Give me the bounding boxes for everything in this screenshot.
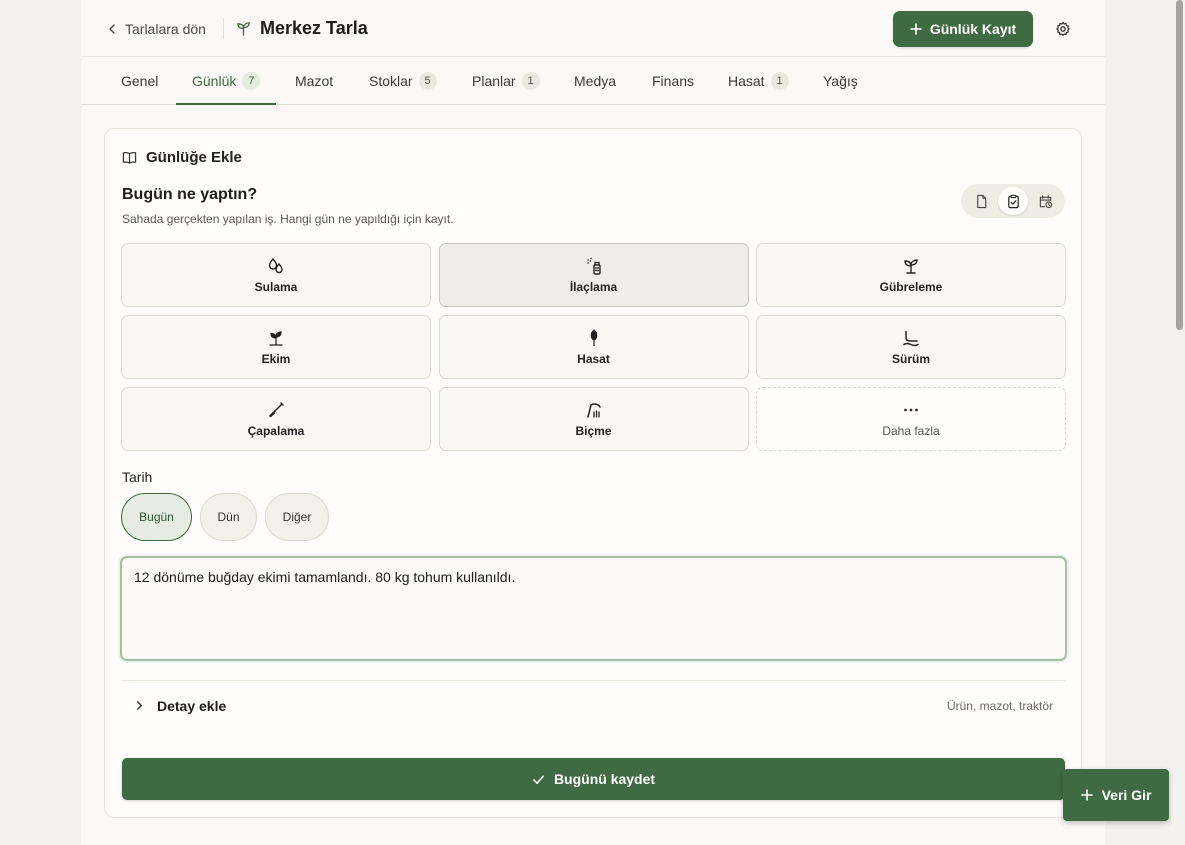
activity-label: Gübreleme <box>879 279 943 294</box>
enter-data-fab[interactable]: Veri Gir <box>1063 769 1169 821</box>
chevron-left-icon <box>109 24 115 34</box>
tab-count-badge: 7 <box>242 71 261 90</box>
activity-gubreleme[interactable]: Gübreleme <box>756 243 1066 307</box>
save-today-label: Bugünü kaydet <box>553 771 656 787</box>
tab-label: Hasat <box>728 72 765 89</box>
add-detail-left: Detay ekle <box>135 698 226 714</box>
mode-note-button[interactable] <box>966 187 996 215</box>
tab-label: Genel <box>121 72 159 89</box>
card-title: Günlüğe Ekle <box>146 148 242 166</box>
activity-label: Ekim <box>261 351 291 366</box>
activity-sulama[interactable]: Sulama <box>121 243 431 307</box>
add-detail-label: Detay ekle <box>157 697 227 714</box>
tab-bar: Genel Günlük 7 Mazot Stoklar 5 Planlar 1… <box>81 57 1105 105</box>
clipboard-check-icon <box>1007 194 1019 208</box>
tab-count-badge: 1 <box>521 71 540 90</box>
daily-log-button-label: Günlük Kayıt <box>929 21 1017 37</box>
plus-icon <box>910 23 922 35</box>
entry-mode-toggle <box>961 184 1065 218</box>
tab-genel[interactable]: Genel <box>121 57 158 104</box>
activity-label: Sürüm <box>891 351 930 366</box>
question-subtitle: Sahada gerçekten yapılan iş. Hangi gün n… <box>122 212 454 226</box>
back-link-label: Tarlalara dön <box>125 21 206 37</box>
add-detail-toggle[interactable]: Detay ekle Ürün, mazot, traktör <box>121 680 1065 730</box>
seedling-icon <box>269 330 283 346</box>
date-option-today[interactable]: Bugün <box>121 493 192 541</box>
calendar-clock-icon <box>1039 194 1052 208</box>
file-icon <box>976 194 986 208</box>
top-bar: Tarlalara dön Merkez Tarla Günlük Kayıt <box>81 0 1105 57</box>
header-divider <box>223 18 224 39</box>
date-option-other[interactable]: Diğer <box>265 493 329 541</box>
activity-bicme[interactable]: Biçme <box>438 387 749 451</box>
tab-medya[interactable]: Medya <box>574 57 616 104</box>
tab-planlar[interactable]: Planlar 1 <box>472 57 540 104</box>
scythe-icon <box>586 402 601 418</box>
activity-ekim[interactable]: Ekim <box>121 315 431 379</box>
tab-label: Medya <box>574 72 617 89</box>
date-option-yesterday[interactable]: Dün <box>200 493 257 541</box>
add-detail-hint: Ürün, mazot, traktör <box>946 698 1053 713</box>
note-textarea[interactable]: 12 dönüme buğday ekimi tamamlandı. 80 kg… <box>120 556 1067 661</box>
card-header: Günlüğe Ekle <box>122 148 242 166</box>
sprout-icon <box>904 258 918 274</box>
activity-ilaclama[interactable]: İlaçlama <box>438 243 749 307</box>
activity-grid: Sulama İlaçlama Gübreleme Ekim Hasat Sür… <box>121 243 1066 451</box>
tab-label: Finans <box>652 72 695 89</box>
more-icon <box>904 408 918 411</box>
enter-data-label: Veri Gir <box>1101 787 1152 803</box>
save-today-button[interactable]: Bugünü kaydet <box>122 758 1065 800</box>
date-label: Tarih <box>122 469 153 485</box>
field-name: Merkez Tarla <box>260 17 368 38</box>
daily-log-button[interactable]: Günlük Kayıt <box>893 11 1033 47</box>
back-to-fields-link[interactable]: Tarlalara dön <box>107 18 206 40</box>
chevron-right-icon <box>137 701 142 710</box>
tab-label: Planlar <box>472 72 516 89</box>
spray-bottle-icon <box>586 257 601 275</box>
tab-finans[interactable]: Finans <box>652 57 694 104</box>
sprout-icon <box>237 21 250 36</box>
activity-more[interactable]: Daha fazla <box>756 387 1066 451</box>
plow-icon <box>903 330 919 346</box>
shovel-icon <box>268 401 284 417</box>
tab-count-badge: 5 <box>418 71 437 90</box>
droplets-icon <box>268 257 283 273</box>
gear-icon <box>1056 21 1070 37</box>
mode-checklist-button[interactable] <box>998 187 1028 215</box>
activity-hasat[interactable]: Hasat <box>438 315 749 379</box>
check-icon <box>533 774 544 784</box>
settings-button[interactable] <box>1053 19 1073 39</box>
tab-yagis[interactable]: Yağış <box>823 57 858 104</box>
activity-capalama[interactable]: Çapalama <box>121 387 431 451</box>
mode-schedule-button[interactable] <box>1030 187 1060 215</box>
plus-icon <box>1080 789 1093 801</box>
wheat-icon <box>590 328 597 346</box>
date-options: Bugün Dün Diğer <box>121 493 329 541</box>
book-open-icon <box>122 151 137 164</box>
tab-label: Yağış <box>823 72 858 89</box>
tab-mazot[interactable]: Mazot <box>295 57 333 104</box>
page-title: Merkez Tarla <box>236 16 368 40</box>
tab-label: Günlük <box>192 72 237 89</box>
activity-surum[interactable]: Sürüm <box>756 315 1066 379</box>
activity-label: Çapalama <box>247 423 305 438</box>
tab-label: Stoklar <box>369 72 413 89</box>
activity-label: İlaçlama <box>569 279 618 294</box>
activity-label: Biçme <box>575 423 612 438</box>
tab-count-badge: 1 <box>770 71 789 90</box>
tab-hasat[interactable]: Hasat 1 <box>728 57 789 104</box>
activity-label: Sulama <box>254 279 298 294</box>
page-container: Tarlalara dön Merkez Tarla Günlük Kayıt … <box>81 0 1105 845</box>
tab-gunluk[interactable]: Günlük 7 <box>175 57 277 105</box>
tab-stoklar[interactable]: Stoklar 5 <box>369 57 437 104</box>
question-heading: Bugün ne yaptın? <box>122 186 258 203</box>
scrollbar-thumb[interactable] <box>1176 0 1183 330</box>
activity-label: Daha fazla <box>882 423 940 438</box>
activity-label: Hasat <box>577 351 610 366</box>
add-to-log-card: Günlüğe Ekle Bugün ne yaptın? Sahada ger… <box>104 128 1082 818</box>
tab-label: Mazot <box>295 72 334 89</box>
